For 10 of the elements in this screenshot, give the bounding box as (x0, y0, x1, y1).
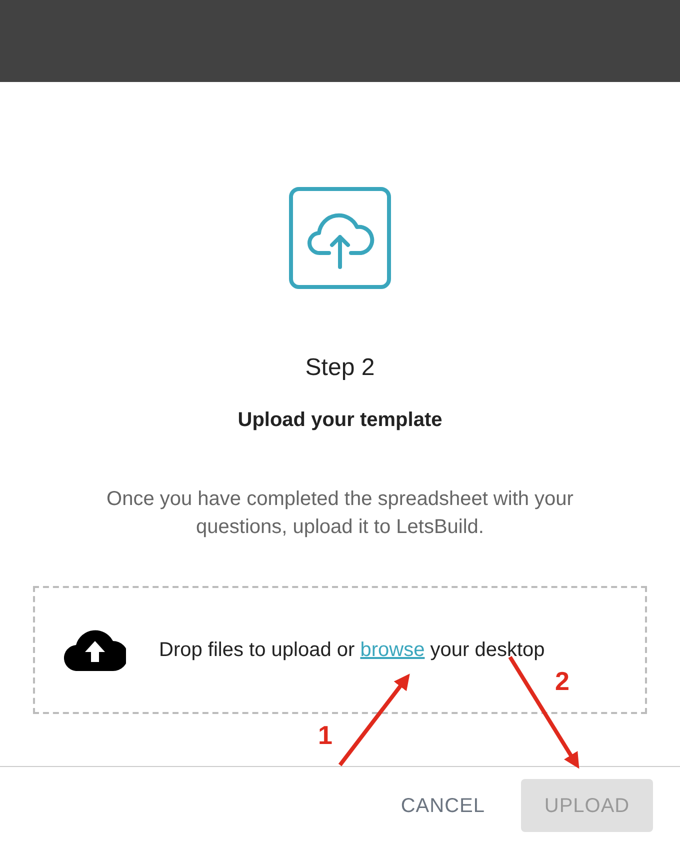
dialog-title: Upload your template (238, 408, 442, 433)
step-heading: Step 2 (305, 353, 375, 383)
cloud-upload-icon (64, 629, 126, 671)
drop-instructions: Drop files to upload or browse your desktop (159, 638, 546, 663)
description: Once you have completed the spreadsheet with your questions, upload it to LetsBuild. (106, 487, 574, 540)
annotation-number: 1 (318, 720, 332, 750)
cancel-button[interactable]: CANCEL (396, 779, 489, 832)
browse-link[interactable]: browse (360, 639, 425, 661)
cloud-upload-icon (289, 187, 391, 289)
annotation-number: 2 (555, 666, 570, 696)
